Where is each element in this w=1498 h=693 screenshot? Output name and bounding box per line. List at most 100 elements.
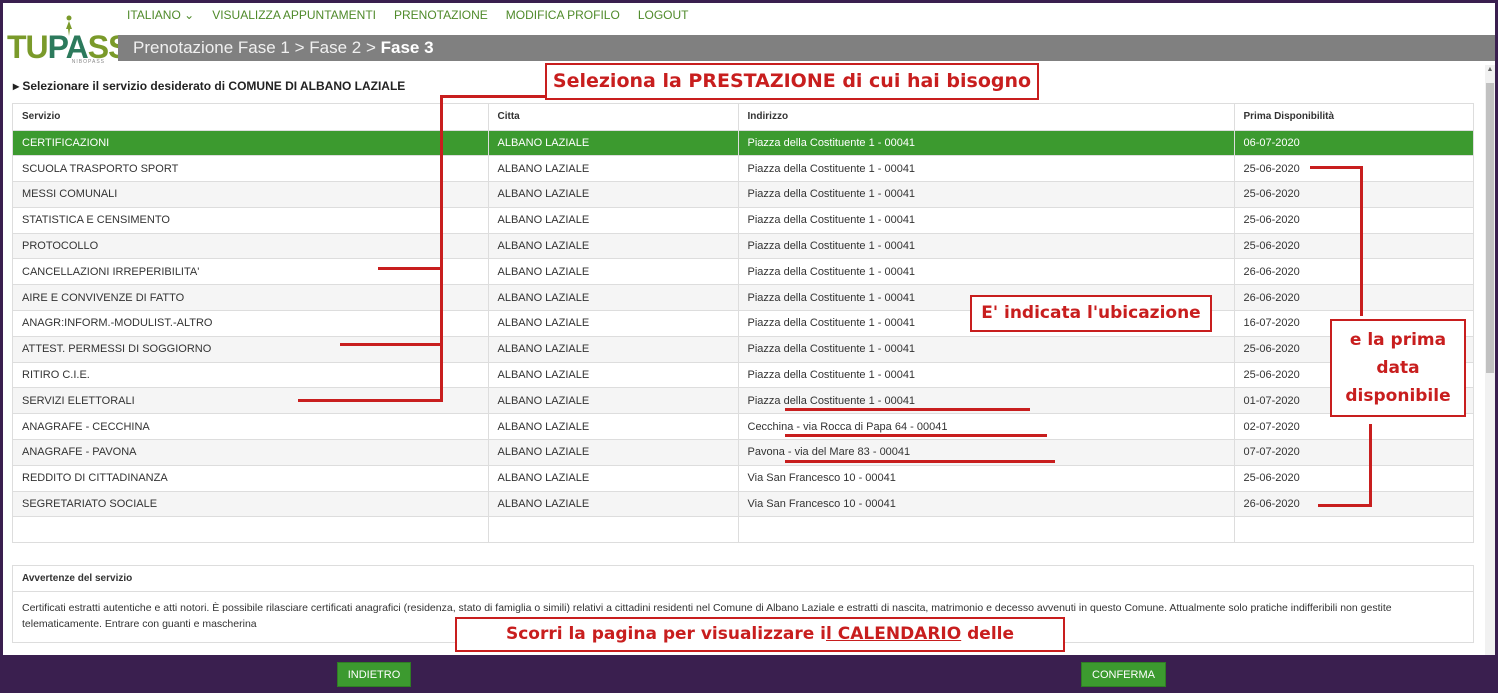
table-row[interactable]: SCUOLA TRASPORTO SPORT ALBANO LAZIALE Piaz… [13, 155, 1474, 183]
table-row[interactable]: SEGRETARIATO SOCIALE ALBANO LAZIALE Via Sa… [13, 491, 1474, 518]
cell-first-availability[interactable]: 25-06-2020 [1234, 233, 1474, 260]
nav-appointments[interactable]: VISUALIZZA APPUNTAMENTI [212, 8, 376, 22]
empty-cell [738, 516, 1235, 544]
cell-service[interactable]: RITIRO C.I.E. [13, 362, 489, 389]
tupassi-logo[interactable]: TUPASSI NIBOPASS [7, 13, 137, 69]
cell-address[interactable]: Piazza della Costituente 1 - 00041 [738, 130, 1235, 157]
column-header-service[interactable]: Servizio [13, 104, 489, 131]
app-frame: TUPASSI NIBOPASS ITALIANO ⌄ VISUALIZZA A… [3, 3, 1495, 655]
cell-city[interactable]: ALBANO LAZIALE [488, 362, 739, 389]
cell-first-availability[interactable]: 25-06-2020 [1234, 465, 1474, 492]
cell-service[interactable]: REDDITO DI CITTADINANZA [13, 465, 489, 492]
nav-booking[interactable]: PRENOTAZIONE [394, 8, 488, 22]
cell-address[interactable]: Piazza della Costituente 1 - 00041 [738, 155, 1235, 183]
table-row[interactable]: ANAGR:INFORM.-MODULIST.-ALTRO ALBANO LAZI… [13, 310, 1474, 337]
cell-address[interactable]: Piazza della Costituente 1 - 00041 [738, 207, 1235, 234]
back-button[interactable]: INDIETRO [337, 662, 411, 687]
annotation-location: E' indicata l'ubicazione [970, 295, 1212, 332]
cell-address[interactable]: Piazza della Costituente 1 - 00041 [738, 362, 1235, 389]
nav-logout[interactable]: LOGOUT [638, 8, 689, 22]
cell-city[interactable]: ALBANO LAZIALE [488, 284, 739, 312]
annotation-line [1318, 504, 1372, 507]
table-row[interactable]: ATTEST. PERMESSI DI SOGGIORNO ALBANO LAZI… [13, 336, 1474, 363]
cell-first-availability[interactable]: 07-07-2020 [1234, 439, 1474, 466]
cell-first-availability[interactable]: 25-06-2020 [1234, 207, 1474, 234]
empty-cell [1234, 516, 1474, 544]
cell-city[interactable]: ALBANO LAZIALE [488, 387, 739, 415]
nav-language[interactable]: ITALIANO ⌄ [127, 8, 194, 22]
empty-cell [488, 516, 739, 544]
cell-service[interactable]: ATTEST. PERMESSI DI SOGGIORNO [13, 336, 489, 363]
cell-address[interactable]: Piazza della Costituente 1 - 00041 [738, 233, 1235, 260]
scrollbar-thumb[interactable] [1486, 83, 1494, 373]
column-header-address[interactable]: Indirizzo [738, 104, 1235, 131]
breadcrumb-steps: Prenotazione Fase 1 > Fase 2 > [133, 38, 381, 57]
table-row[interactable]: CANCELLAZIONI IRREPERIBILITA' ALBANO LAZI… [13, 258, 1474, 286]
cell-service[interactable]: MESSI COMUNALI [13, 181, 489, 208]
table-row-empty [13, 516, 1474, 544]
cell-city[interactable]: ALBANO LAZIALE [488, 491, 739, 518]
column-header-first-availability[interactable]: Prima Disponibilità [1234, 104, 1474, 131]
services-table: Servizio Citta Indirizzo Prima Disponibi… [12, 103, 1474, 544]
table-row[interactable]: ANAGRAFE - CECCHINA ALBANO LAZIALE Cecchin… [13, 413, 1474, 441]
cell-first-availability[interactable]: 26-06-2020 [1234, 284, 1474, 312]
table-row[interactable]: STATISTICA E CENSIMENTO ALBANO LAZIALE Pia… [13, 207, 1474, 234]
annotation-select-service: Seleziona la PRESTAZIONE di cui hai biso… [545, 63, 1039, 100]
annotation-line [785, 460, 1055, 463]
table-row[interactable]: RITIRO C.I.E. ALBANO LAZIALE Piazza della … [13, 362, 1474, 389]
cell-city[interactable]: ALBANO LAZIALE [488, 207, 739, 234]
cell-city[interactable]: ALBANO LAZIALE [488, 130, 739, 157]
annotation-line [1369, 424, 1372, 506]
scroll-up-icon[interactable]: ▲ [1486, 66, 1494, 74]
notice-title: Avvertenze del servizio [13, 566, 1473, 592]
cell-service[interactable]: SCUOLA TRASPORTO SPORT [13, 155, 489, 183]
cell-city[interactable]: ALBANO LAZIALE [488, 465, 739, 492]
cell-city[interactable]: ALBANO LAZIALE [488, 439, 739, 466]
annotation-scroll-calendar: Scorri la pagina per visualizzare il CAL… [455, 617, 1065, 652]
cell-address[interactable]: Piazza della Costituente 1 - 00041 [738, 258, 1235, 286]
cell-first-availability[interactable]: 02-07-2020 [1234, 413, 1474, 441]
logo-subtext: NIBOPASS [71, 59, 105, 65]
cell-service[interactable]: AIRE E CONVIVENZE DI FATTO [13, 284, 489, 312]
confirm-button[interactable]: CONFERMA [1081, 662, 1166, 687]
breadcrumb: Prenotazione Fase 1 > Fase 2 > Fase 3 [118, 35, 1495, 61]
section-title: ▸ Selezionare il servizio desiderato di … [13, 79, 406, 93]
annotation-first-date: e la prima data disponibile [1330, 319, 1466, 417]
table-row[interactable]: SERVIZI ELETTORALI ALBANO LAZIALE Piazza d… [13, 387, 1474, 415]
cell-address[interactable]: Piazza della Costituente 1 - 00041 [738, 181, 1235, 208]
cell-service[interactable]: ANAGRAFE - PAVONA [13, 439, 489, 466]
annotation-line [378, 267, 443, 270]
breadcrumb-current: Fase 3 [380, 38, 434, 57]
cell-service[interactable]: STATISTICA E CENSIMENTO [13, 207, 489, 234]
cell-first-availability[interactable]: 06-07-2020 [1234, 130, 1474, 157]
cell-address[interactable]: Via San Francesco 10 - 00041 [738, 465, 1235, 492]
cell-first-availability[interactable]: 26-06-2020 [1234, 258, 1474, 286]
top-nav: ITALIANO ⌄ VISUALIZZA APPUNTAMENTI PRENO… [127, 8, 688, 22]
annotation-line [440, 95, 443, 401]
cell-city[interactable]: ALBANO LAZIALE [488, 336, 739, 363]
cell-city[interactable]: ALBANO LAZIALE [488, 181, 739, 208]
nav-edit-profile[interactable]: MODIFICA PROFILO [506, 8, 620, 22]
cell-service[interactable]: SEGRETARIATO SOCIALE [13, 491, 489, 518]
table-row[interactable]: AIRE E CONVIVENZE DI FATTO ALBANO LAZIALE… [13, 284, 1474, 312]
table-row[interactable]: PROTOCOLLO ALBANO LAZIALE Piazza della Cos… [13, 233, 1474, 260]
cell-city[interactable]: ALBANO LAZIALE [488, 413, 739, 441]
table-row[interactable]: ANAGRAFE - PAVONA ALBANO LAZIALE Pavona - … [13, 439, 1474, 466]
column-header-city[interactable]: Citta [488, 104, 739, 131]
cell-first-availability[interactable]: 25-06-2020 [1234, 181, 1474, 208]
cell-city[interactable]: ALBANO LAZIALE [488, 310, 739, 337]
cell-service[interactable]: PROTOCOLLO [13, 233, 489, 260]
cell-service[interactable]: ANAGRAFE - CECCHINA [13, 413, 489, 441]
cell-address[interactable]: Piazza della Costituente 1 - 00041 [738, 336, 1235, 363]
cell-city[interactable]: ALBANO LAZIALE [488, 258, 739, 286]
cell-service[interactable]: ANAGR:INFORM.-MODULIST.-ALTRO [13, 310, 489, 337]
table-row[interactable]: MESSI COMUNALI ALBANO LAZIALE Piazza della… [13, 181, 1474, 208]
cell-service[interactable]: CANCELLAZIONI IRREPERIBILITA' [13, 258, 489, 286]
table-row[interactable]: REDDITO DI CITTADINANZA ALBANO LAZIALE Via… [13, 465, 1474, 492]
cell-address[interactable]: Via San Francesco 10 - 00041 [738, 491, 1235, 518]
table-row[interactable]: CERTIFICAZIONI ALBANO LAZIALE Piazza della… [13, 130, 1474, 157]
cell-service[interactable]: CERTIFICAZIONI [13, 130, 489, 157]
cell-city[interactable]: ALBANO LAZIALE [488, 155, 739, 183]
cell-city[interactable]: ALBANO LAZIALE [488, 233, 739, 260]
annotation-line [443, 95, 545, 98]
